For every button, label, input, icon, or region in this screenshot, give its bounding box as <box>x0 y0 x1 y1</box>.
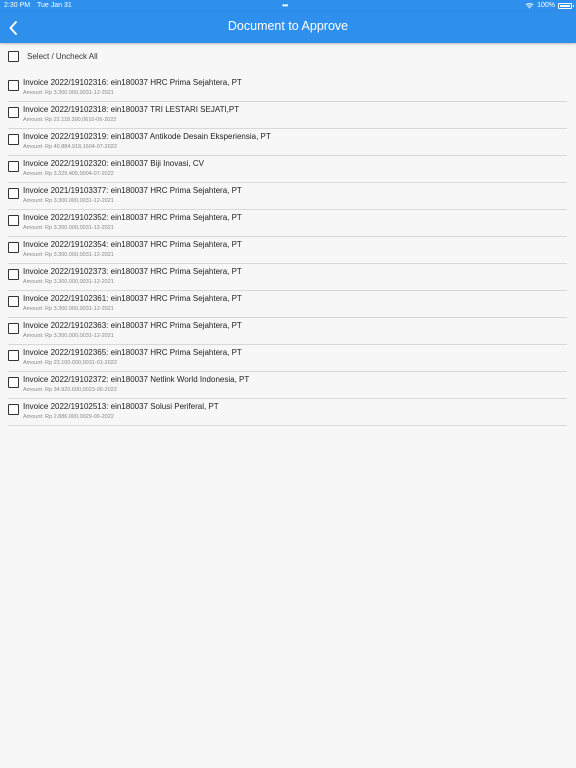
item-meta: Amount: Rp 2.886.000,0029-06-2022 <box>23 414 114 420</box>
list-item[interactable]: Invoice 2022/19102513: ein180037 Solusi … <box>8 399 567 426</box>
list-item[interactable]: Invoice 2022/19102361: ein180037 HRC Pri… <box>8 291 567 318</box>
item-amount: Amount: Rp 3.300.000,00 <box>23 306 86 312</box>
checkbox-icon[interactable] <box>8 269 19 280</box>
checkbox-icon[interactable] <box>8 51 19 62</box>
nav-bar: Document to Approve <box>0 12 576 43</box>
item-date: 23-06-2022 <box>88 387 117 393</box>
item-amount: Amount: Rp 3.300.000,00 <box>23 90 86 96</box>
checkbox-icon[interactable] <box>8 296 19 307</box>
item-amount: Amount: Rp 3.300.000,00 <box>23 198 86 204</box>
list-item[interactable]: Invoice 2022/19102318: ein180037 TRI LES… <box>8 102 567 129</box>
status-bar: 2:30 PM Tue Jan 31 ••• 100% <box>0 0 576 12</box>
item-amount: Amount: Rp 3.300.000,00 <box>23 333 86 339</box>
item-meta: Amount: Rp 40.884.918,1604-07-2022 <box>23 144 117 150</box>
item-meta: Amount: Rp 34.920.600,0023-06-2022 <box>23 387 117 393</box>
checkbox-icon[interactable] <box>8 161 19 172</box>
select-all-checkbox[interactable]: Select / Uncheck All <box>8 49 98 64</box>
list-item[interactable]: Invoice 2022/19102316: ein180037 HRC Pri… <box>8 75 567 102</box>
item-date: 31-12-2021 <box>85 252 114 258</box>
multitasking-dots-icon[interactable]: ••• <box>282 1 288 10</box>
item-date: 31-12-2021 <box>85 198 114 204</box>
item-amount: Amount: Rp 3.300.000,00 <box>23 279 86 285</box>
item-title: Invoice 2022/19102316: ein180037 HRC Pri… <box>23 78 242 87</box>
list-item[interactable]: Invoice 2022/19102373: ein180037 HRC Pri… <box>8 264 567 291</box>
checkbox-icon[interactable] <box>8 215 19 226</box>
item-title: Invoice 2021/19103377: ein180037 HRC Pri… <box>23 186 242 195</box>
item-meta: Amount: Rp 22.118.390,0610-06-2022 <box>23 117 116 123</box>
item-meta: Amount: Rp 3.300.000,0031-12-2021 <box>23 225 114 231</box>
item-title: Invoice 2022/19102354: ein180037 HRC Pri… <box>23 240 242 249</box>
item-date: 31-12-2021 <box>85 279 114 285</box>
checkbox-icon[interactable] <box>8 188 19 199</box>
item-title: Invoice 2022/19102363: ein180037 HRC Pri… <box>23 321 242 330</box>
item-amount: Amount: Rp 2.886.000,00 <box>23 414 86 420</box>
document-list: Invoice 2022/19102316: ein180037 HRC Pri… <box>8 75 567 426</box>
item-amount: Amount: Rp 22.118.390,06 <box>23 117 89 123</box>
battery-icon <box>558 2 574 9</box>
item-title: Invoice 2022/19102319: ein180037 Antikod… <box>23 132 271 141</box>
page-title: Document to Approve <box>227 19 349 33</box>
wifi-icon <box>525 2 534 9</box>
item-title: Invoice 2022/19102372: ein180037 Netlink… <box>23 375 250 384</box>
item-title: Invoice 2022/19102361: ein180037 HRC Pri… <box>23 294 242 303</box>
select-all-label: Select / Uncheck All <box>27 52 98 61</box>
list-item[interactable]: Invoice 2022/19102320: ein180037 Biji In… <box>8 156 567 183</box>
status-right: 100% <box>525 2 574 9</box>
list-item[interactable]: Invoice 2022/19102365: ein180037 HRC Pri… <box>8 345 567 372</box>
checkbox-icon[interactable] <box>8 377 19 388</box>
battery-percent: 100% <box>537 2 555 9</box>
item-date: 31-12-2021 <box>85 225 114 231</box>
list-item[interactable]: Invoice 2021/19103377: ein180037 HRC Pri… <box>8 183 567 210</box>
item-title: Invoice 2022/19102352: ein180037 HRC Pri… <box>23 213 242 222</box>
item-meta: Amount: Rp 3.300.000,0031-12-2021 <box>23 333 114 339</box>
item-title: Invoice 2022/19102365: ein180037 HRC Pri… <box>23 348 242 357</box>
item-meta: Amount: Rp 3.300.000,0031-12-2021 <box>23 279 114 285</box>
item-meta: Amount: Rp 23.100.000,0031-01-2022 <box>23 360 117 366</box>
list-item[interactable]: Invoice 2022/19102319: ein180037 Antikod… <box>8 129 567 156</box>
list-item[interactable]: Invoice 2022/19102372: ein180037 Netlink… <box>8 372 567 399</box>
item-meta: Amount: Rp 3.329.405,0004-07-2022 <box>23 171 114 177</box>
item-amount: Amount: Rp 3.300.000,00 <box>23 225 86 231</box>
checkbox-icon[interactable] <box>8 107 19 118</box>
checkbox-icon[interactable] <box>8 404 19 415</box>
item-title: Invoice 2022/19102318: ein180037 TRI LES… <box>23 105 240 114</box>
item-amount: Amount: Rp 3.300.000,00 <box>23 252 86 258</box>
item-amount: Amount: Rp 34.920.600,00 <box>23 387 89 393</box>
item-title: Invoice 2022/19102513: ein180037 Solusi … <box>23 402 219 411</box>
list-item[interactable]: Invoice 2022/19102352: ein180037 HRC Pri… <box>8 210 567 237</box>
list-item[interactable]: Invoice 2022/19102363: ein180037 HRC Pri… <box>8 318 567 345</box>
item-date: 31-01-2022 <box>88 360 117 366</box>
status-date: Tue Jan 31 <box>37 2 72 9</box>
item-date: 31-12-2021 <box>85 306 114 312</box>
checkbox-icon[interactable] <box>8 134 19 145</box>
item-date: 29-06-2022 <box>85 414 114 420</box>
item-date: 04-07-2022 <box>85 171 114 177</box>
checkbox-icon[interactable] <box>8 242 19 253</box>
list-item[interactable]: Invoice 2022/19102354: ein180037 HRC Pri… <box>8 237 567 264</box>
status-time: 2:30 PM <box>4 2 31 9</box>
checkbox-icon[interactable] <box>8 323 19 334</box>
item-title: Invoice 2022/19102373: ein180037 HRC Pri… <box>23 267 242 276</box>
item-meta: Amount: Rp 3.300.000,0031-12-2021 <box>23 306 114 312</box>
checkbox-icon[interactable] <box>8 80 19 91</box>
item-meta: Amount: Rp 3.300.000,0031-12-2021 <box>23 90 114 96</box>
item-date: 31-12-2021 <box>85 333 114 339</box>
checkbox-icon[interactable] <box>8 350 19 361</box>
item-amount: Amount: Rp 40.884.918,16 <box>23 144 89 150</box>
item-title: Invoice 2022/19102320: ein180037 Biji In… <box>23 159 205 168</box>
item-date: 31-12-2021 <box>85 90 114 96</box>
item-meta: Amount: Rp 3.300.000,0031-12-2021 <box>23 198 114 204</box>
item-meta: Amount: Rp 3.300.000,0031-12-2021 <box>23 252 114 258</box>
item-amount: Amount: Rp 3.329.405,00 <box>23 171 86 177</box>
item-date: 10-06-2022 <box>88 117 117 123</box>
item-date: 04-07-2022 <box>88 144 117 150</box>
item-amount: Amount: Rp 23.100.000,00 <box>23 360 89 366</box>
